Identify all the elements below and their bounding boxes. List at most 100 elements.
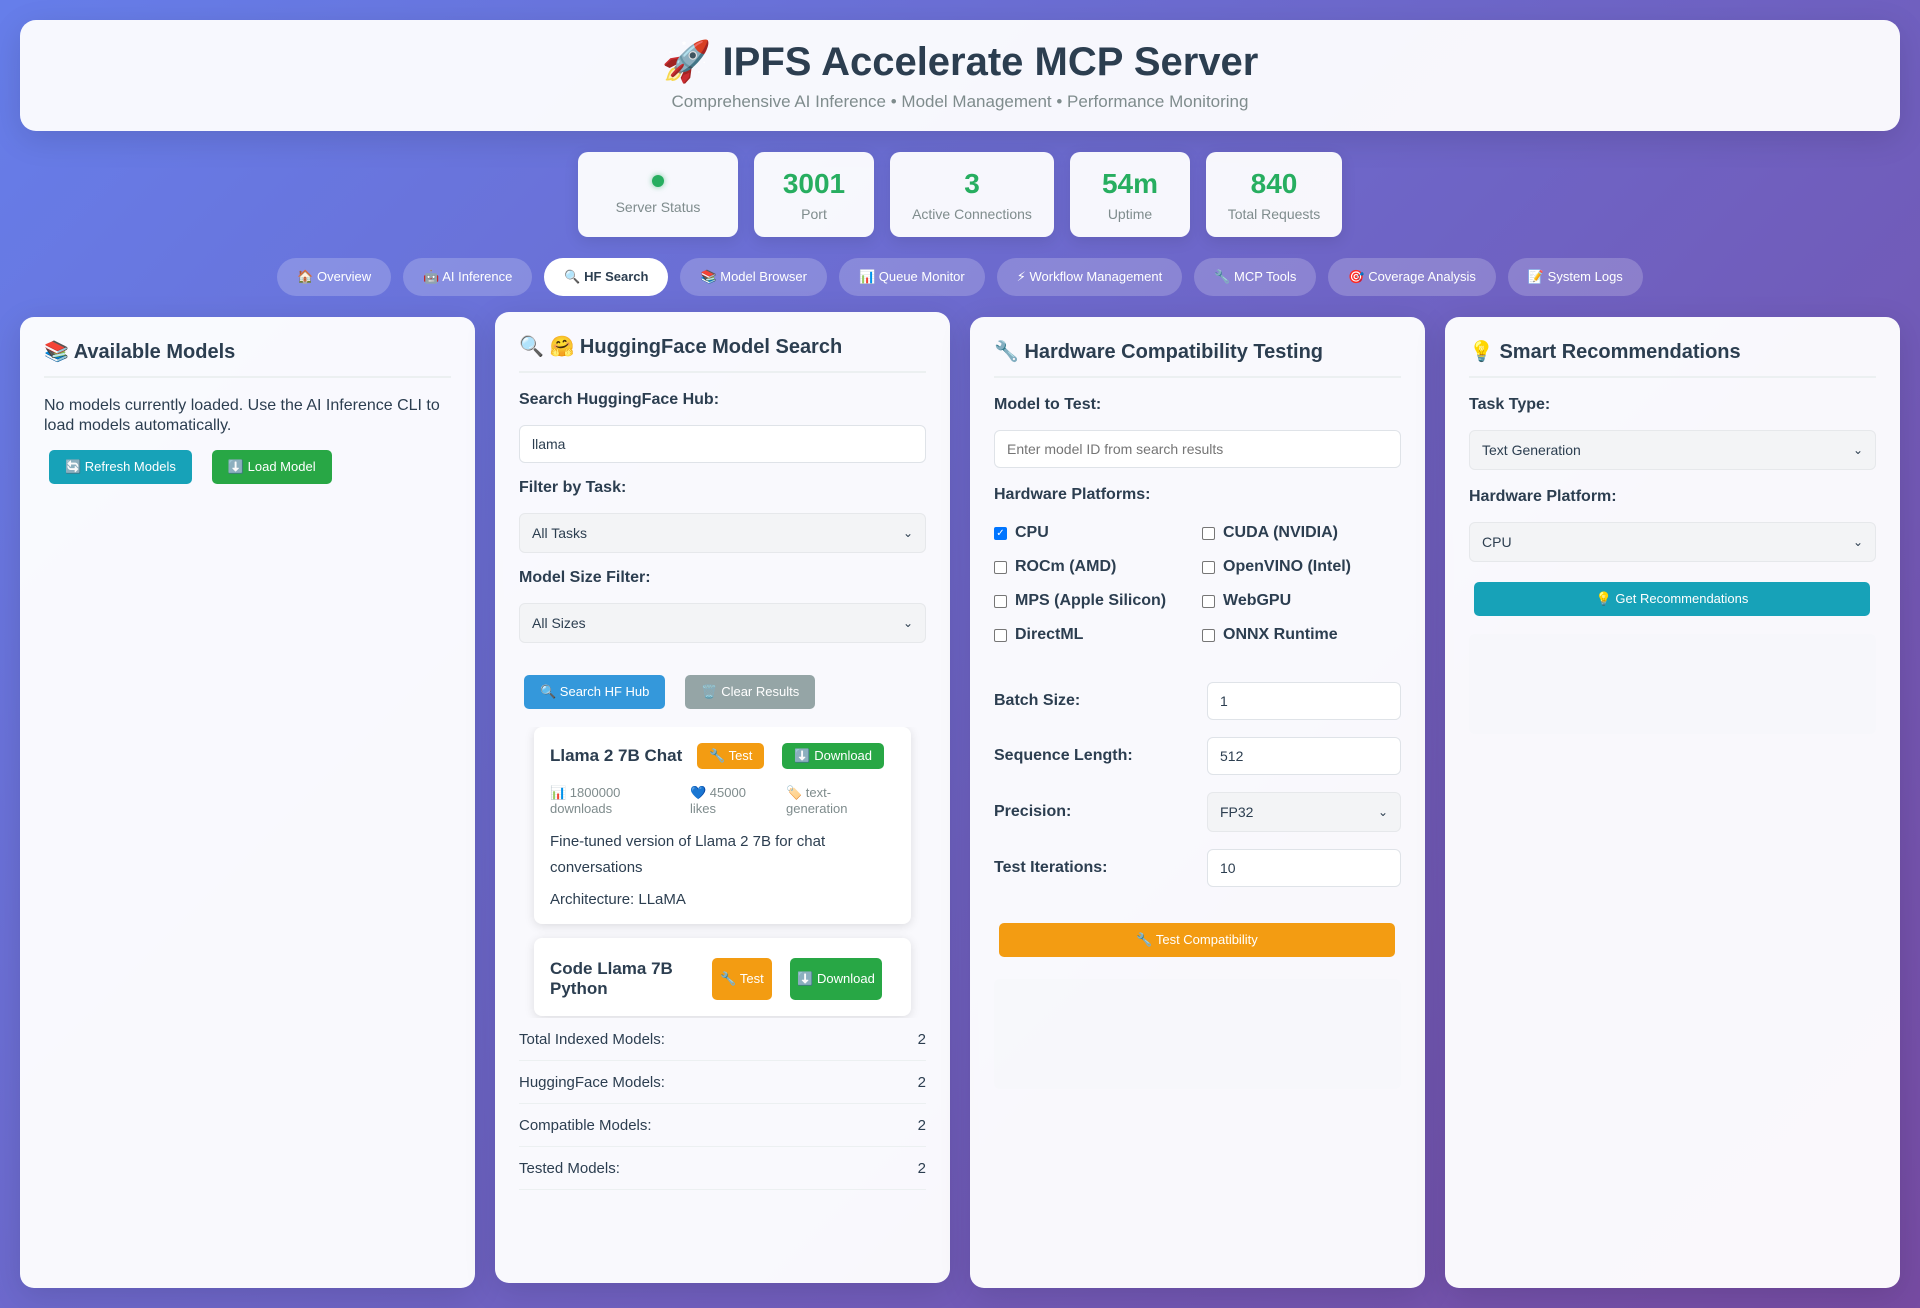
model-test-label: Model to Test: <box>994 396 1102 413</box>
status-indicator-icon <box>652 174 664 187</box>
hf-search-input[interactable] <box>519 425 926 463</box>
platform-cpu-checkbox[interactable]: ✓ CPU <box>994 516 1202 550</box>
tab-model-browser[interactable]: 📚 Model Browser <box>680 258 827 296</box>
tab-system-logs[interactable]: 📝 System Logs <box>1507 258 1643 296</box>
platform-rocm-checkbox[interactable]: ROCm (AMD) <box>994 550 1202 584</box>
page-subtitle: Comprehensive AI Inference • Model Manag… <box>671 92 1249 111</box>
hardware-platform-select[interactable]: CPU ⌄ <box>1469 522 1876 562</box>
sequence-length-input[interactable] <box>1207 737 1401 775</box>
batch-size-input[interactable] <box>1207 682 1401 720</box>
platforms-label: Hardware Platforms: <box>994 486 1151 503</box>
model-result-card: Code Llama 7B Python 🔧 Test ⬇️ Download <box>534 938 911 1016</box>
summary-row: Compatible Models: 2 <box>519 1104 926 1147</box>
page-header: 🚀 IPFS Accelerate MCP Server Comprehensi… <box>20 20 1900 131</box>
model-name: Code Llama 7B Python <box>550 959 673 998</box>
task-type-value: Text Generation <box>1482 442 1581 458</box>
tab-workflow-management[interactable]: ⚡ Workflow Management <box>996 258 1183 296</box>
task-type-select[interactable]: Text Generation ⌄ <box>1469 430 1876 470</box>
stat-connections: 3 Active Connections <box>890 152 1054 237</box>
tab-bar: 🏠 Overview 🤖 AI Inference 🔍 HF Search 📚 … <box>0 258 1920 296</box>
tab-coverage-analysis[interactable]: 🎯 Coverage Analysis <box>1328 258 1496 296</box>
size-filter-select[interactable]: All Sizes ⌄ <box>519 603 926 643</box>
load-model-button[interactable]: ⬇️ Load Model <box>211 450 332 484</box>
summary-row: HuggingFace Models: 2 <box>519 1061 926 1104</box>
recommendations-results <box>1469 634 1876 734</box>
summary-value: 2 <box>917 1160 926 1177</box>
model-task-tag: 🏷️ text-generation <box>786 785 848 816</box>
stat-value: 3001 <box>782 167 846 199</box>
stat-requests: 840 Total Requests <box>1206 152 1342 237</box>
search-hf-button[interactable]: 🔍 Search HF Hub <box>524 675 666 709</box>
platform-select-label: Hardware Platform: <box>1469 488 1617 505</box>
sequence-length-label: Sequence Length: <box>994 747 1133 764</box>
platform-onnx-checkbox[interactable]: ONNX Runtime <box>1202 618 1402 652</box>
get-recommendations-button[interactable]: 💡 Get Recommendations <box>1474 582 1870 616</box>
iterations-row: Test Iterations: <box>994 849 1401 887</box>
refresh-models-button[interactable]: 🔄 Refresh Models <box>49 450 192 484</box>
model-likes: 💙 45000 likes <box>690 785 746 816</box>
stat-label: Total Requests <box>1227 205 1321 222</box>
platform-label: WebGPU <box>1223 592 1292 609</box>
hf-search-panel: 🔍 🤗 HuggingFace Model Search Search Hugg… <box>495 312 950 1283</box>
task-type-label: Task Type: <box>1469 396 1551 413</box>
precision-value: FP32 <box>1220 804 1254 820</box>
checkbox-icon <box>1202 560 1215 574</box>
search-results-list[interactable]: Llama 2 7B Chat 🔧 Test ⬇️ Download 📊 180… <box>519 727 926 1018</box>
task-filter-label: Filter by Task: <box>519 479 627 496</box>
download-model-button[interactable]: ⬇️ Download <box>790 958 882 1000</box>
summary-value: 2 <box>917 1074 926 1091</box>
test-compatibility-button[interactable]: 🔧 Test Compatibility <box>999 923 1395 957</box>
iterations-input[interactable] <box>1207 849 1401 887</box>
platform-directml-checkbox[interactable]: DirectML <box>994 618 1202 652</box>
summary-label: HuggingFace Models: <box>519 1074 665 1091</box>
chevron-down-icon: ⌄ <box>1852 443 1863 457</box>
summary-row: Total Indexed Models: 2 <box>519 1018 926 1061</box>
checkbox-icon <box>994 560 1007 574</box>
platforms-grid: ✓ CPU CUDA (NVIDIA) ROCm (AMD) OpenVINO (… <box>994 516 1401 652</box>
checkbox-icon <box>1202 628 1215 642</box>
chevron-down-icon: ⌄ <box>1377 805 1388 819</box>
search-label: Search HuggingFace Hub: <box>519 391 720 408</box>
hardware-testing-panel: 🔧 Hardware Compatibility Testing Model t… <box>970 317 1425 1288</box>
platform-webgpu-checkbox[interactable]: WebGPU <box>1202 584 1402 618</box>
checkbox-icon <box>1202 526 1215 540</box>
size-filter-label: Model Size Filter: <box>519 569 651 586</box>
test-model-button[interactable]: 🔧 Test <box>697 743 765 769</box>
panel-title: 📚 Available Models <box>44 339 451 378</box>
tab-hf-search[interactable]: 🔍 HF Search <box>544 258 669 296</box>
hardware-platform-value: CPU <box>1482 534 1512 550</box>
tab-overview[interactable]: 🏠 Overview <box>277 258 392 296</box>
chevron-down-icon: ⌄ <box>902 616 913 630</box>
platform-label: ONNX Runtime <box>1223 626 1338 643</box>
tab-queue-monitor[interactable]: 📊 Queue Monitor <box>838 258 985 296</box>
batch-size-label: Batch Size: <box>994 692 1081 709</box>
stat-value: 3 <box>964 167 980 199</box>
tab-mcp-tools[interactable]: 🔧 MCP Tools <box>1194 258 1317 296</box>
task-filter-value: All Tasks <box>532 525 587 541</box>
precision-select[interactable]: FP32 ⌄ <box>1207 792 1401 832</box>
tab-ai-inference[interactable]: 🤖 AI Inference <box>403 258 533 296</box>
stat-port: 3001 Port <box>754 152 874 237</box>
compatibility-results <box>994 979 1401 1089</box>
platform-mps-checkbox[interactable]: MPS (Apple Silicon) <box>994 584 1202 618</box>
summary-row: Tested Models: 2 <box>519 1147 926 1190</box>
stat-value: 54m <box>1101 167 1159 199</box>
download-model-button[interactable]: ⬇️ Download <box>782 743 885 769</box>
stat-label: Port <box>801 205 827 222</box>
checkbox-icon <box>1202 594 1215 608</box>
precision-row: Precision: FP32 ⌄ <box>994 792 1401 832</box>
model-downloads: 📊 1800000 downloads <box>550 785 621 816</box>
platform-openvino-checkbox[interactable]: OpenVINO (Intel) <box>1202 550 1402 584</box>
stat-label: Server Status <box>615 198 701 215</box>
checkbox-checked-icon: ✓ <box>994 526 1007 540</box>
platform-cuda-checkbox[interactable]: CUDA (NVIDIA) <box>1202 516 1402 550</box>
test-model-button[interactable]: 🔧 Test <box>712 958 772 1000</box>
task-filter-select[interactable]: All Tasks ⌄ <box>519 513 926 553</box>
model-test-input[interactable] <box>994 430 1401 468</box>
panel-title: 💡 Smart Recommendations <box>1469 339 1876 378</box>
stat-uptime: 54m Uptime <box>1070 152 1190 237</box>
platform-label: MPS (Apple Silicon) <box>1015 592 1167 609</box>
stat-server-status: Server Status <box>578 152 738 237</box>
precision-label: Precision: <box>994 803 1072 820</box>
clear-results-button[interactable]: 🗑️ Clear Results <box>685 675 816 709</box>
